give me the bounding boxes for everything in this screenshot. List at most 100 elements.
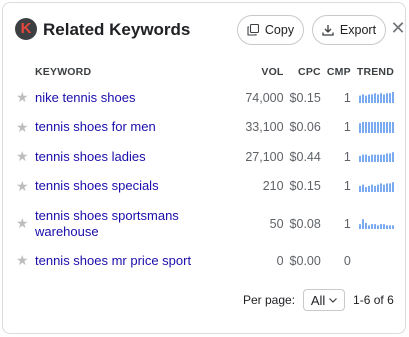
keyword-link[interactable]: tennis shoes sportsmans warehouse: [35, 201, 239, 246]
export-button[interactable]: Export: [312, 15, 386, 45]
per-page-value: All: [310, 292, 326, 308]
star-icon[interactable]: ★: [15, 201, 35, 246]
volume-value: 74,000: [245, 90, 284, 105]
trend-bar: [389, 121, 391, 133]
close-icon[interactable]: ✕: [389, 17, 407, 39]
per-page-label: Per page:: [243, 293, 296, 307]
trend-sparkline: [359, 219, 394, 229]
trend-bar: [383, 184, 385, 192]
trend-bar: [374, 185, 376, 192]
trend-bar: [365, 222, 367, 229]
trend-bar: [377, 121, 379, 133]
trend-sparkline: [359, 255, 395, 266]
trend-cell: [354, 172, 397, 202]
trend-bar: [377, 154, 379, 163]
table-header-row: KEYWORD VOL CPC CMP TREND: [15, 61, 397, 83]
trend-bar: [359, 95, 361, 104]
trend-bar: [380, 121, 382, 133]
keyword-link[interactable]: tennis shoes mr price sport: [35, 246, 239, 276]
trend-bar: [380, 154, 382, 163]
keyword-column-header: KEYWORD: [35, 66, 92, 78]
keyword-link[interactable]: nike tennis shoes: [35, 83, 239, 113]
cpc-value: $0.44: [289, 149, 321, 164]
trend-bar: [392, 152, 394, 163]
logo-letter: K: [20, 20, 32, 37]
cmp-value: 1: [343, 179, 351, 194]
trend-bar: [389, 153, 391, 163]
trend-bar: [380, 224, 382, 229]
trend-bar: [386, 153, 388, 163]
trend-bar: [365, 186, 367, 192]
trend-bar: [389, 93, 391, 104]
trend-bar: [368, 185, 370, 192]
trend-bar: [359, 224, 361, 229]
trend-bar: [386, 93, 388, 104]
table-row: ★ tennis shoes for men 33,100 $0.06 1: [15, 113, 397, 143]
trend-bar: [362, 154, 364, 163]
trend-bar: [377, 184, 379, 192]
star-icon[interactable]: ★: [15, 246, 35, 276]
trend-bar: [386, 121, 388, 133]
trend-bar: [365, 121, 367, 133]
trend-bar: [362, 219, 364, 229]
trend-bar: [371, 121, 373, 133]
table-row: ★ nike tennis shoes 74,000 $0.15 1: [15, 83, 397, 113]
trend-bar: [365, 95, 367, 104]
trend-bar: [377, 94, 379, 104]
trend-bar: [383, 94, 385, 104]
export-button-label: Export: [339, 23, 377, 37]
trend-bar: [371, 94, 373, 104]
trend-cell: [354, 246, 397, 276]
star-icon[interactable]: ★: [15, 142, 35, 172]
cmp-value: 1: [343, 120, 351, 135]
trend-cell: [354, 113, 397, 143]
trend-bar: [371, 184, 373, 192]
trend-bar: [362, 184, 364, 192]
cmp-value: 0: [343, 253, 351, 268]
trend-bar: [371, 154, 373, 163]
related-keywords-panel: K Related Keywords Copy Export ✕ KEYWORD…: [2, 2, 406, 334]
trend-cell: [354, 142, 397, 172]
volume-value: 210: [262, 179, 284, 194]
trend-sparkline: [359, 181, 394, 192]
trend-bar: [389, 183, 391, 192]
star-icon[interactable]: ★: [15, 113, 35, 143]
per-page-select[interactable]: All: [303, 289, 346, 311]
trend-bar: [392, 121, 394, 133]
volume-value: 0: [276, 253, 284, 268]
table-row: ★ tennis shoes sportsmans warehouse 50 $…: [15, 201, 397, 246]
cmp-value: 1: [343, 149, 351, 164]
trend-bar: [392, 181, 394, 192]
cpc-value: $0.06: [289, 120, 321, 135]
trend-bar: [392, 92, 394, 104]
trend-bar: [386, 225, 388, 229]
star-column-header: [15, 61, 35, 83]
star-icon[interactable]: ★: [15, 83, 35, 113]
volume-value: 50: [269, 216, 284, 231]
trend-bar: [374, 93, 376, 104]
cpc-column-header: CPC: [298, 66, 321, 78]
trend-bar: [392, 225, 394, 229]
cmp-value: 1: [343, 90, 351, 105]
trend-bar: [380, 183, 382, 192]
trend-bar: [389, 225, 391, 229]
trend-bar: [374, 121, 376, 133]
table-row: ★ tennis shoes mr price sport 0 $0.00 0: [15, 246, 397, 276]
panel-header: K Related Keywords Copy Export ✕: [15, 15, 406, 45]
trend-bar: [359, 185, 361, 192]
trend-bar: [362, 121, 364, 133]
trend-bar: [377, 225, 379, 229]
trend-bar: [362, 94, 364, 104]
cmp-column-header: CMP: [326, 66, 351, 78]
trend-bar: [380, 93, 382, 104]
copy-button[interactable]: Copy: [237, 15, 304, 45]
cpc-value: $0.15: [289, 179, 321, 194]
star-icon[interactable]: ★: [15, 172, 35, 202]
keyword-link[interactable]: tennis shoes for men: [35, 113, 239, 143]
trend-bar: [374, 154, 376, 163]
keyword-link[interactable]: tennis shoes specials: [35, 172, 239, 202]
trend-bar: [359, 122, 361, 133]
keyword-link[interactable]: tennis shoes ladies: [35, 142, 239, 172]
table-row: ★ tennis shoes specials 210 $0.15 1: [15, 172, 397, 202]
trend-cell: [354, 83, 397, 113]
